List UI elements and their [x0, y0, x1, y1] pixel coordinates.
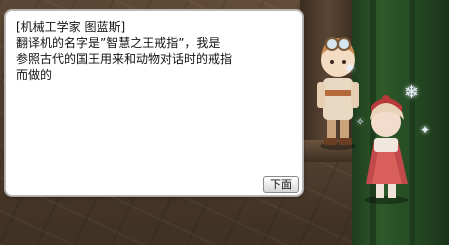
dialog-line: 参照古代的国王用来和动物对话时的戒指	[16, 52, 233, 66]
npc-dialog-window: [机械工学家 图蓝斯] 翻译机的名字是”智慧之王戒指”，我是 参照古代的国王用来…	[5, 10, 303, 196]
dialog-text: [机械工学家 图蓝斯] 翻译机的名字是”智慧之王戒指”，我是 参照古代的国王用来…	[16, 19, 296, 83]
dialog-line: 而做的	[16, 68, 53, 82]
sparkle-effect: ✧	[356, 117, 365, 128]
dialog-speaker-line: [机械工学家 图蓝斯]	[16, 20, 126, 34]
dialog-line: 翻译机的名字是”智慧之王戒指”，我是	[16, 36, 221, 50]
player-character-sprite[interactable]	[352, 90, 422, 205]
sparkle-effect: ✦	[344, 61, 356, 77]
sparkle-effect: ✦	[420, 123, 431, 137]
next-button[interactable]: 下面	[263, 176, 299, 193]
sparkle-effect: ❄	[404, 82, 420, 103]
